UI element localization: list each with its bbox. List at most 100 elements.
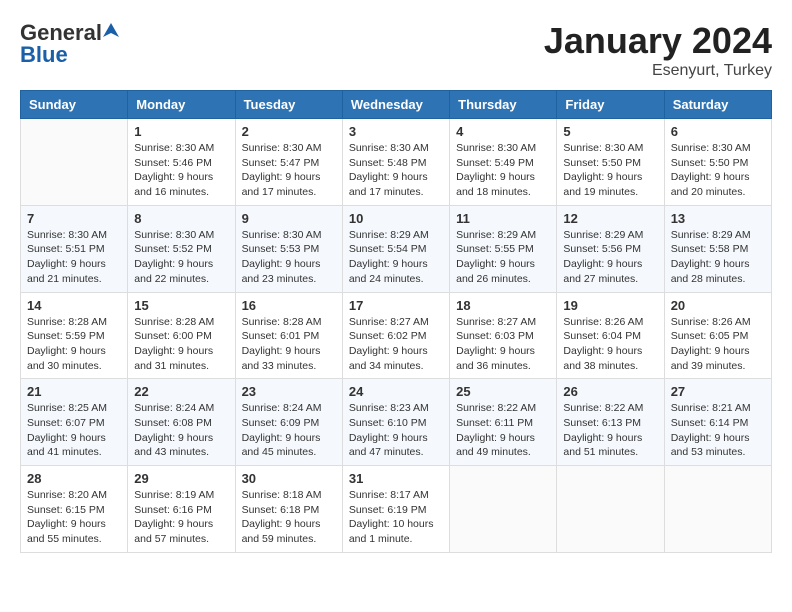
day-number: 16 xyxy=(242,298,336,313)
table-row: 11 Sunrise: 8:29 AMSunset: 5:55 PMDayligh… xyxy=(450,205,557,292)
day-info: Sunrise: 8:25 AMSunset: 6:07 PMDaylight:… xyxy=(27,401,121,460)
table-row: 24Sunrise: 8:23 AMSunset: 6:10 PMDayligh… xyxy=(342,379,449,466)
table-row: 30 Sunrise: 8:18 AMSunset: 6:18 PMDayligh… xyxy=(235,466,342,553)
table-row: 25 Sunrise: 8:22 AMSunset: 6:11 PMDayligh… xyxy=(450,379,557,466)
day-number: 3 xyxy=(349,124,443,139)
calendar-table: Sunday Monday Tuesday Wednesday Thursday… xyxy=(20,90,772,553)
col-friday: Friday xyxy=(557,91,664,119)
table-row: 17 Sunrise: 8:27 AMSunset: 6:02 PMDayligh… xyxy=(342,292,449,379)
table-row xyxy=(557,466,664,553)
col-tuesday: Tuesday xyxy=(235,91,342,119)
day-number: 21 xyxy=(27,384,121,399)
day-number: 10 xyxy=(349,211,443,226)
day-number: 4 xyxy=(456,124,550,139)
table-row: 23 Sunrise: 8:24 AMSunset: 6:09 PMDayligh… xyxy=(235,379,342,466)
col-monday: Monday xyxy=(128,91,235,119)
table-row: 26Sunrise: 8:22 AMSunset: 6:13 PMDayligh… xyxy=(557,379,664,466)
logo-bird-icon xyxy=(103,23,119,39)
table-row: 5Sunrise: 8:30 AMSunset: 5:50 PMDaylight… xyxy=(557,119,664,206)
day-info: Sunrise: 8:19 AMSunset: 6:16 PMDaylight:… xyxy=(134,488,228,547)
table-row: 16Sunrise: 8:28 AMSunset: 6:01 PMDayligh… xyxy=(235,292,342,379)
day-number: 14 xyxy=(27,298,121,313)
day-info: Sunrise: 8:30 AMSunset: 5:46 PMDaylight:… xyxy=(134,141,228,200)
day-info: Sunrise: 8:28 AMSunset: 5:59 PMDaylight:… xyxy=(27,315,121,374)
day-info: Sunrise: 8:21 AMSunset: 6:14 PMDaylight:… xyxy=(671,401,765,460)
day-info: Sunrise: 8:28 AMSunset: 6:00 PMDaylight:… xyxy=(134,315,228,374)
month-title: January 2024 xyxy=(544,20,772,62)
table-row: 6 Sunrise: 8:30 AMSunset: 5:50 PMDaylight… xyxy=(664,119,771,206)
col-sunday: Sunday xyxy=(21,91,128,119)
table-row: 12 Sunrise: 8:29 AMSunset: 5:56 PMDayligh… xyxy=(557,205,664,292)
day-info: Sunrise: 8:29 AMSunset: 5:56 PMDaylight:… xyxy=(563,228,657,287)
day-number: 31 xyxy=(349,471,443,486)
day-number: 12 xyxy=(563,211,657,226)
logo-blue-text: Blue xyxy=(20,42,68,68)
day-info: Sunrise: 8:17 AMSunset: 6:19 PMDaylight:… xyxy=(349,488,443,547)
day-number: 13 xyxy=(671,211,765,226)
day-number: 5 xyxy=(563,124,657,139)
day-number: 17 xyxy=(349,298,443,313)
col-thursday: Thursday xyxy=(450,91,557,119)
day-info: Sunrise: 8:24 AMSunset: 6:08 PMDaylight:… xyxy=(134,401,228,460)
day-number: 19 xyxy=(563,298,657,313)
table-row: 28 Sunrise: 8:20 AMSunset: 6:15 PMDayligh… xyxy=(21,466,128,553)
table-row: 29Sunrise: 8:19 AMSunset: 6:16 PMDayligh… xyxy=(128,466,235,553)
day-info: Sunrise: 8:20 AMSunset: 6:15 PMDaylight:… xyxy=(27,488,121,547)
table-row: 18 Sunrise: 8:27 AMSunset: 6:03 PMDayligh… xyxy=(450,292,557,379)
day-info: Sunrise: 8:27 AMSunset: 6:02 PMDaylight:… xyxy=(349,315,443,374)
table-row: 13 Sunrise: 8:29 AMSunset: 5:58 PMDayligh… xyxy=(664,205,771,292)
day-info: Sunrise: 8:22 AMSunset: 6:11 PMDaylight:… xyxy=(456,401,550,460)
table-row xyxy=(450,466,557,553)
day-number: 6 xyxy=(671,124,765,139)
day-info: Sunrise: 8:29 AMSunset: 5:54 PMDaylight:… xyxy=(349,228,443,287)
day-number: 30 xyxy=(242,471,336,486)
day-info: Sunrise: 8:26 AMSunset: 6:04 PMDaylight:… xyxy=(563,315,657,374)
day-info: Sunrise: 8:24 AMSunset: 6:09 PMDaylight:… xyxy=(242,401,336,460)
day-info: Sunrise: 8:29 AMSunset: 5:58 PMDaylight:… xyxy=(671,228,765,287)
table-row: 3 Sunrise: 8:30 AMSunset: 5:48 PMDaylight… xyxy=(342,119,449,206)
day-number: 22 xyxy=(134,384,228,399)
day-info: Sunrise: 8:30 AMSunset: 5:53 PMDaylight:… xyxy=(242,228,336,287)
day-number: 7 xyxy=(27,211,121,226)
day-info: Sunrise: 8:27 AMSunset: 6:03 PMDaylight:… xyxy=(456,315,550,374)
table-row: 20Sunrise: 8:26 AMSunset: 6:05 PMDayligh… xyxy=(664,292,771,379)
day-number: 20 xyxy=(671,298,765,313)
day-info: Sunrise: 8:18 AMSunset: 6:18 PMDaylight:… xyxy=(242,488,336,547)
table-row: 10 Sunrise: 8:29 AMSunset: 5:54 PMDayligh… xyxy=(342,205,449,292)
col-wednesday: Wednesday xyxy=(342,91,449,119)
day-number: 1 xyxy=(134,124,228,139)
table-row: 8Sunrise: 8:30 AMSunset: 5:52 PMDaylight… xyxy=(128,205,235,292)
table-row: 14 Sunrise: 8:28 AMSunset: 5:59 PMDayligh… xyxy=(21,292,128,379)
day-info: Sunrise: 8:30 AMSunset: 5:50 PMDaylight:… xyxy=(671,141,765,200)
day-number: 27 xyxy=(671,384,765,399)
table-row: 31 Sunrise: 8:17 AMSunset: 6:19 PMDayligh… xyxy=(342,466,449,553)
day-info: Sunrise: 8:30 AMSunset: 5:52 PMDaylight:… xyxy=(134,228,228,287)
day-info: Sunrise: 8:30 AMSunset: 5:47 PMDaylight:… xyxy=(242,141,336,200)
day-number: 23 xyxy=(242,384,336,399)
day-info: Sunrise: 8:30 AMSunset: 5:51 PMDaylight:… xyxy=(27,228,121,287)
table-row: 19 Sunrise: 8:26 AMSunset: 6:04 PMDayligh… xyxy=(557,292,664,379)
page-header: General Blue January 2024 Esenyurt, Turk… xyxy=(20,20,772,80)
table-row xyxy=(664,466,771,553)
col-saturday: Saturday xyxy=(664,91,771,119)
day-info: Sunrise: 8:29 AMSunset: 5:55 PMDaylight:… xyxy=(456,228,550,287)
table-row: 15 Sunrise: 8:28 AMSunset: 6:00 PMDayligh… xyxy=(128,292,235,379)
logo: General Blue xyxy=(20,20,119,68)
table-row: 21 Sunrise: 8:25 AMSunset: 6:07 PMDayligh… xyxy=(21,379,128,466)
day-number: 2 xyxy=(242,124,336,139)
day-number: 18 xyxy=(456,298,550,313)
day-info: Sunrise: 8:30 AMSunset: 5:48 PMDaylight:… xyxy=(349,141,443,200)
day-number: 28 xyxy=(27,471,121,486)
day-number: 25 xyxy=(456,384,550,399)
day-number: 15 xyxy=(134,298,228,313)
location-subtitle: Esenyurt, Turkey xyxy=(544,62,772,80)
day-info: Sunrise: 8:23 AMSunset: 6:10 PMDaylight:… xyxy=(349,401,443,460)
day-number: 11 xyxy=(456,211,550,226)
table-row: 2 Sunrise: 8:30 AMSunset: 5:47 PMDaylight… xyxy=(235,119,342,206)
table-row xyxy=(21,119,128,206)
table-row: 9Sunrise: 8:30 AMSunset: 5:53 PMDaylight… xyxy=(235,205,342,292)
table-row: 1 Sunrise: 8:30 AMSunset: 5:46 PMDaylight… xyxy=(128,119,235,206)
table-row: 4Sunrise: 8:30 AMSunset: 5:49 PMDaylight… xyxy=(450,119,557,206)
day-number: 26 xyxy=(563,384,657,399)
table-row: 22 Sunrise: 8:24 AMSunset: 6:08 PMDayligh… xyxy=(128,379,235,466)
